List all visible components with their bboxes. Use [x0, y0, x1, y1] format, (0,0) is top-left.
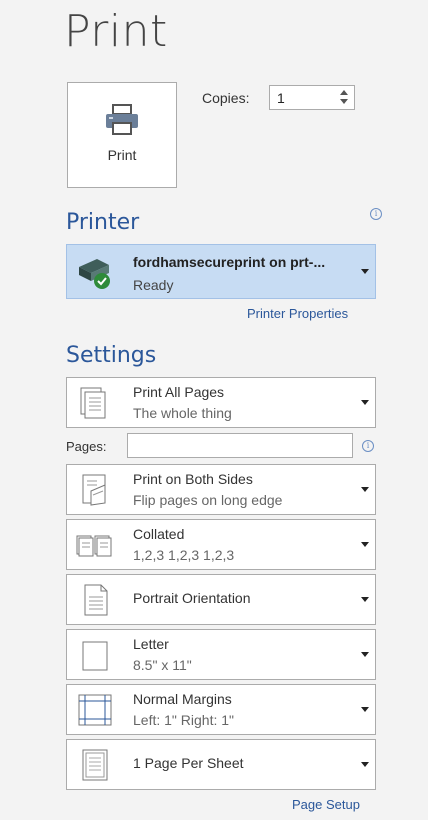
printer-heading: Printer: [66, 210, 140, 235]
duplex-icon: [82, 474, 106, 506]
collation-dropdown[interactable]: Collated 1,2,3 1,2,3 1,2,3: [66, 519, 376, 570]
chevron-down-icon: [361, 762, 369, 767]
chevron-down-icon: [361, 597, 369, 602]
setting-secondary: Left: 1" Right: 1": [133, 712, 234, 728]
spin-up-icon[interactable]: [340, 90, 348, 95]
paper-size-dropdown[interactable]: Letter 8.5" x 11": [66, 629, 376, 680]
orientation-dropdown[interactable]: Portrait Orientation: [66, 574, 376, 625]
print-range-dropdown[interactable]: Print All Pages The whole thing: [66, 377, 376, 428]
pages-per-sheet-icon: [82, 749, 108, 781]
collated-icon: [76, 535, 112, 557]
setting-secondary: The whole thing: [133, 405, 232, 421]
copies-value[interactable]: 1: [277, 90, 285, 106]
pages-label: Pages:: [66, 439, 107, 454]
setting-primary: Collated: [133, 526, 185, 542]
printer-info-icon[interactable]: i: [370, 208, 382, 220]
setting-secondary: 1,2,3 1,2,3 1,2,3: [133, 547, 235, 563]
duplex-dropdown[interactable]: Print on Both Sides Flip pages on long e…: [66, 464, 376, 515]
spin-down-icon[interactable]: [340, 99, 348, 104]
pages-stack-icon: [80, 387, 106, 419]
setting-secondary: 8.5" x 11": [133, 657, 192, 673]
printer-ready-icon: [79, 259, 110, 289]
margins-dropdown[interactable]: Normal Margins Left: 1" Right: 1": [66, 684, 376, 735]
printer-icon: [106, 104, 138, 135]
printer-properties-link[interactable]: Printer Properties: [247, 306, 348, 321]
setting-primary: Print on Both Sides: [133, 471, 253, 487]
page-setup-link[interactable]: Page Setup: [292, 797, 360, 812]
portrait-icon: [84, 584, 108, 616]
setting-primary: Letter: [133, 636, 169, 652]
settings-heading: Settings: [66, 343, 157, 368]
copies-spinner[interactable]: [338, 87, 352, 108]
pages-input[interactable]: [127, 433, 353, 458]
setting-primary: 1 Page Per Sheet: [133, 755, 244, 771]
margins-icon: [78, 694, 112, 726]
chevron-down-icon: [361, 400, 369, 405]
setting-primary: Normal Margins: [133, 691, 232, 707]
printer-selector[interactable]: fordhamsecureprint on prt-... Ready: [66, 244, 376, 299]
setting-primary: Print All Pages: [133, 384, 225, 400]
copies-label: Copies:: [202, 90, 250, 106]
printer-name: fordhamsecureprint on prt-...: [133, 254, 326, 270]
setting-primary: Portrait Orientation: [133, 590, 251, 606]
copies-stepper[interactable]: 1: [269, 85, 355, 110]
pages-per-sheet-dropdown[interactable]: 1 Page Per Sheet: [66, 739, 376, 790]
pages-info-icon[interactable]: i: [362, 440, 374, 452]
print-button-label: Print: [107, 147, 137, 163]
chevron-down-icon: [361, 707, 369, 712]
chevron-down-icon: [361, 542, 369, 547]
print-button[interactable]: Print: [67, 82, 177, 188]
chevron-down-icon: [361, 652, 369, 657]
chevron-down-icon: [361, 269, 369, 274]
paper-size-icon: [82, 641, 108, 671]
printer-status: Ready: [133, 277, 174, 293]
page-title: Print: [64, 6, 168, 57]
setting-secondary: Flip pages on long edge: [133, 492, 283, 508]
chevron-down-icon: [361, 487, 369, 492]
